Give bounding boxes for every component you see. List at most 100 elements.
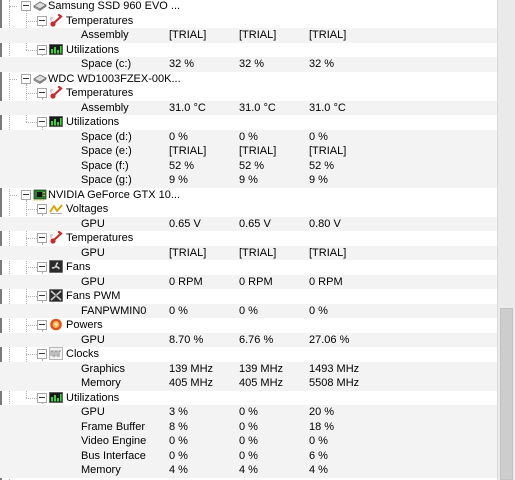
sensor-max: [TRIAL] [309,246,347,259]
sensor-max: 5508 MHz [309,377,360,389]
collapse-toggle[interactable] [37,392,47,403]
sensor-name: FANPWMIN0 [81,304,147,317]
sensor-name: Clocks [66,348,100,360]
sensor-min: 139 MHz [239,362,284,375]
sensor-min: 0 % [239,406,258,418]
sensor-value: 52 % [169,159,195,172]
collapse-toggle[interactable] [37,233,47,243]
tree-row[interactable]: FANPWMIN0 0 % 0 % 0 % [0,303,497,318]
sensor-max: 6 % [309,449,328,462]
tree-row[interactable]: Samsung SSD 960 EVO ... [0,0,497,14]
power-icon [49,318,63,331]
sensor-name: Space (d:) [81,130,132,143]
tree-row[interactable]: Memory 4 % 4 % 4 % [0,463,497,478]
sensor-value: 0 % [169,304,188,317]
collapse-toggle[interactable] [21,189,31,200]
tree-row[interactable]: GPU 8.70 % 6.76 % 27.06 % [0,332,497,347]
tree-row[interactable]: Space (c:) 32 % 32 % 32 % [0,57,497,72]
sensor-min: 4 % [239,464,258,476]
sensor-name: Voltages [66,203,109,215]
tree-row[interactable]: Assembly [TRIAL] [TRIAL] [TRIAL] [0,28,497,43]
sensor-value: 32 % [169,58,195,70]
sensor-min: 9 % [239,174,258,186]
sensor-min: 31.0 °C [239,101,276,114]
tree-row[interactable]: Fans [0,260,497,275]
sensor-min: 0 % [239,420,258,433]
sensor-min: 6.76 % [239,333,274,346]
tree-row[interactable]: Fans PWM [0,289,497,304]
fan-pwm-icon [49,289,63,302]
tree-row[interactable]: GPU 0 RPM 0 RPM 0 RPM [0,274,497,289]
collapse-toggle[interactable] [37,117,47,127]
tree-row[interactable]: Bus Interface 0 % 0 % 6 % [0,448,497,463]
collapse-toggle[interactable] [37,291,47,301]
collapse-toggle[interactable] [21,1,31,11]
sensor-max: 0 % [309,304,328,317]
sensor-max: 52 % [309,159,335,172]
sensor-name: NVIDIA GeForce GTX 10... [48,188,181,201]
tree-row[interactable]: Temperatures [0,230,497,246]
sensor-name: Temperatures [66,87,134,99]
tree-row[interactable]: Space (e:) [TRIAL] [TRIAL] [TRIAL] [0,144,497,159]
tree-row[interactable]: Memory 405 MHz 405 MHz 5508 MHz [0,376,497,391]
sensor-name: Fans [66,261,91,273]
collapse-toggle[interactable] [37,320,47,330]
tree-row[interactable]: Space (f:) 52 % 52 % 52 % [0,158,497,173]
sensor-name: Space (c:) [81,58,132,70]
scrollbar-thumb[interactable] [500,308,513,480]
collapse-toggle[interactable] [37,44,47,55]
sensor-min: [TRIAL] [239,29,277,41]
collapse-toggle[interactable] [21,73,31,84]
tree-row[interactable]: Clocks [0,347,497,362]
tree-row[interactable]: Graphics 139 MHz 139 MHz 1493 MHz [0,361,497,376]
tree-row[interactable]: GPU [TRIAL] [TRIAL] [TRIAL] [0,245,497,260]
tree-row[interactable]: Utilizations [0,43,497,58]
thermometer-icon [49,85,63,99]
sensor-min: 32 % [239,58,265,70]
collapse-toggle[interactable] [37,88,47,98]
tree-row[interactable]: Temperatures [0,13,497,29]
tree-row[interactable]: GPU 3 % 0 % 20 % [0,405,497,420]
tree-row[interactable]: Assembly 31.0 °C 31.0 °C 31.0 °C [0,100,497,115]
sensor-max: 1493 MHz [309,362,360,375]
sensor-value: [TRIAL] [169,246,207,259]
tree-row[interactable]: Temperatures [0,85,497,101]
tree-row[interactable]: Voltages [0,202,497,217]
tree-row[interactable]: GPU 0.65 V 0.65 V 0.80 V [0,216,497,231]
sensor-max: 0.80 V [309,217,341,230]
sensor-min: 0.65 V [239,217,271,230]
tree-row[interactable]: Video Engine 0 % 0 % 0 % [0,434,497,449]
sensor-name: GPU [81,217,105,230]
tree-row[interactable]: WDC WD1003FZEX-00K... [0,72,497,87]
tree-row[interactable]: Utilizations [0,115,497,130]
collapse-toggle[interactable] [37,15,47,26]
vertical-scrollbar[interactable] [497,0,515,480]
sensor-name: Space (g:) [81,174,132,186]
sensor-min: 0 RPM [239,275,273,288]
sensor-value: [TRIAL] [169,29,207,41]
sensor-value: 0 RPM [169,275,203,288]
sensor-name: Bus Interface [81,449,146,462]
sensor-max: 32 % [309,58,335,70]
sensor-tree[interactable]: Samsung SSD 960 EVO ... Temperatures Assem… [0,0,497,480]
tree-row[interactable]: Space (d:) 0 % 0 % 0 % [0,129,497,144]
sensor-value: 3 % [169,406,188,418]
tree-row[interactable]: Space (g:) 9 % 9 % 9 % [0,173,497,188]
utilization-icon [49,43,63,56]
sensor-name: Memory [81,464,121,476]
collapse-toggle[interactable] [37,349,47,359]
sensor-max: 0 % [309,130,328,143]
tree-row[interactable]: Powers [0,318,497,333]
clock-icon [49,347,63,360]
sensor-name: Samsung SSD 960 EVO ... [48,0,181,12]
sensor-name: Utilizations [66,43,120,56]
tree-row[interactable]: NVIDIA GeForce GTX 10... [0,188,497,203]
sensor-name: Video Engine [81,435,147,447]
tree-row[interactable]: Frame Buffer 8 % 0 % 18 % [0,419,497,434]
sensor-name: GPU [81,246,105,259]
sensor-name: Utilizations [66,391,120,404]
tree-row[interactable]: Utilizations [0,391,497,406]
collapse-toggle[interactable] [37,204,47,214]
collapse-toggle[interactable] [37,262,47,272]
sensor-value: 0 % [169,435,188,447]
